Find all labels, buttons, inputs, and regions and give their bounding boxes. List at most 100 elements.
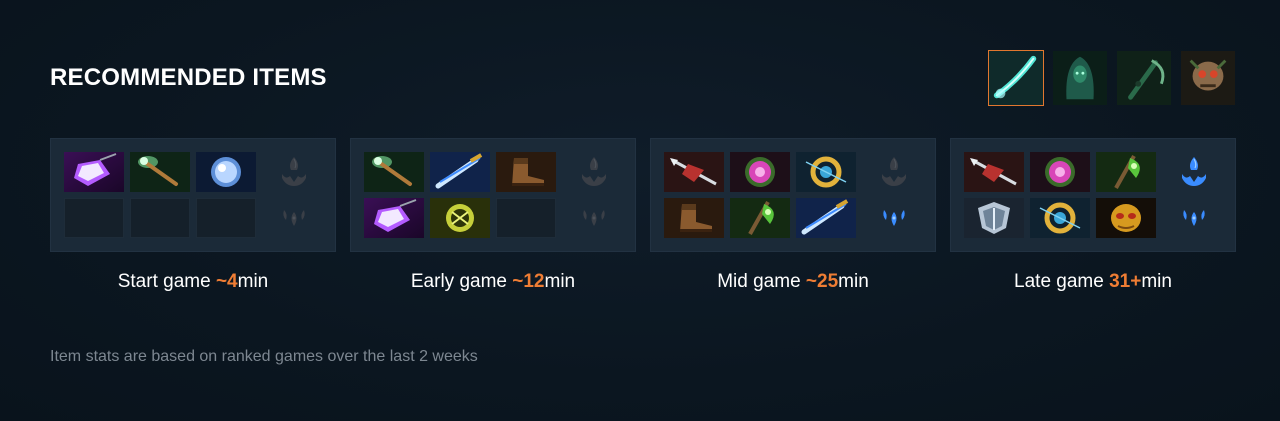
item-slot-red-spear[interactable] xyxy=(664,152,724,192)
item-slot-green-wand[interactable] xyxy=(364,152,424,192)
neutral-item-slot-top xyxy=(576,154,612,190)
section-title: RECOMMENDED ITEMS xyxy=(50,64,327,91)
blue-dagger-icon xyxy=(796,198,856,238)
item-slot-gold-ring[interactable] xyxy=(1030,198,1090,238)
item-slot-pink-orb[interactable] xyxy=(730,152,790,192)
empty-item-slot xyxy=(64,198,124,238)
item-grid xyxy=(964,152,1156,238)
item-slot-gold-mask[interactable] xyxy=(1096,198,1156,238)
item-slot-blue-dagger[interactable] xyxy=(430,152,490,192)
green-wand-icon xyxy=(364,152,424,192)
silver-shield-icon xyxy=(964,198,1024,238)
phase-label: Start game ~4min xyxy=(50,271,336,293)
item-slot-blue-dagger[interactable] xyxy=(796,198,856,238)
neutral-gems-icon xyxy=(876,198,912,234)
green-disc-icon xyxy=(430,198,490,238)
item-slot-boots[interactable] xyxy=(664,198,724,238)
phase-label: Late game 31+min xyxy=(950,271,1236,293)
green-axe-icon xyxy=(730,198,790,238)
neutral-item-slot-top xyxy=(276,154,312,190)
gold-ring-icon xyxy=(796,152,856,192)
gold-mask-icon xyxy=(1096,198,1156,238)
neutral-creep-icon xyxy=(276,154,312,190)
build-variant-skull-hero[interactable] xyxy=(1180,50,1236,106)
phase-time-unit: min xyxy=(544,271,576,292)
item-grid xyxy=(64,152,256,238)
footnote: Item stats are based on ranked games ove… xyxy=(50,348,478,365)
neutral-item-slot-top[interactable] xyxy=(1176,154,1212,190)
empty-item-slot xyxy=(196,198,256,238)
item-slot-green-disc[interactable] xyxy=(430,198,490,238)
red-spear-icon xyxy=(964,152,1024,192)
item-slot-blue-orb[interactable] xyxy=(196,152,256,192)
item-slot-boots[interactable] xyxy=(496,152,556,192)
phase-label: Mid game ~25min xyxy=(650,271,936,293)
boots-icon xyxy=(664,198,724,238)
empty-item-slot xyxy=(130,198,190,238)
build-variant-hooded-hero[interactable] xyxy=(1052,50,1108,106)
red-spear-icon xyxy=(664,152,724,192)
neutral-item-slot-bottom[interactable] xyxy=(876,198,912,234)
green-wand-icon xyxy=(130,152,190,192)
item-slot-green-axe[interactable] xyxy=(730,198,790,238)
item-slot-purple-shard[interactable] xyxy=(364,198,424,238)
build-variant-glowing-blade[interactable] xyxy=(988,50,1044,106)
neutral-creep-icon xyxy=(576,154,612,190)
phase-time: 31+ xyxy=(1109,271,1142,292)
hooded-hero-icon xyxy=(1053,51,1107,105)
phase-name: Early game xyxy=(410,271,507,292)
item-slot-green-axe[interactable] xyxy=(1096,152,1156,192)
scythe-hero-icon xyxy=(1117,51,1171,105)
item-slot-silver-shield[interactable] xyxy=(964,198,1024,238)
phase-time: ~12 xyxy=(512,271,545,292)
neutral-creep-icon xyxy=(1176,154,1212,190)
item-slot-green-wand[interactable] xyxy=(130,152,190,192)
phase-time-unit: min xyxy=(237,271,269,292)
phase-column: Mid game ~25min xyxy=(650,138,936,293)
neutral-item-slot-top xyxy=(876,154,912,190)
phase-name: Start game xyxy=(117,271,211,292)
neutral-gems-icon xyxy=(276,198,312,234)
phase-column: Start game ~4min xyxy=(50,138,336,293)
item-panel xyxy=(650,138,936,252)
purple-shard-icon xyxy=(64,152,124,192)
item-panel xyxy=(350,138,636,252)
item-panel xyxy=(950,138,1236,252)
skull-hero-icon xyxy=(1181,51,1235,105)
phase-time: ~25 xyxy=(805,271,839,292)
phase-name: Mid game xyxy=(717,271,801,292)
blue-orb-icon xyxy=(196,152,256,192)
item-grid xyxy=(364,152,556,238)
boots-icon xyxy=(496,152,556,192)
glowing-blade-icon xyxy=(989,51,1043,105)
item-phases: Start game ~4min Early game ~12min Mid gam… xyxy=(50,138,1236,293)
neutral-gems-icon xyxy=(1176,198,1212,234)
phase-time-unit: min xyxy=(1141,271,1172,292)
blue-dagger-icon xyxy=(430,152,490,192)
empty-item-slot xyxy=(496,198,556,238)
item-slot-purple-shard[interactable] xyxy=(64,152,124,192)
item-grid xyxy=(664,152,856,238)
item-slot-red-spear[interactable] xyxy=(964,152,1024,192)
gold-ring-icon xyxy=(1030,198,1090,238)
green-axe-icon xyxy=(1096,152,1156,192)
phase-time: ~4 xyxy=(215,271,238,292)
item-slot-gold-ring[interactable] xyxy=(796,152,856,192)
pink-orb-icon xyxy=(730,152,790,192)
neutral-gems-icon xyxy=(576,198,612,234)
build-variant-selector xyxy=(988,50,1236,106)
item-slot-pink-orb[interactable] xyxy=(1030,152,1090,192)
purple-shard-icon xyxy=(364,198,424,238)
neutral-item-slot-bottom xyxy=(276,198,312,234)
phase-time-unit: min xyxy=(838,271,869,292)
phase-label: Early game ~12min xyxy=(350,271,636,293)
build-variant-scythe-hero[interactable] xyxy=(1116,50,1172,106)
phase-column: Late game 31+min xyxy=(950,138,1236,293)
phase-name: Late game xyxy=(1014,271,1104,292)
item-panel xyxy=(50,138,336,252)
pink-orb-icon xyxy=(1030,152,1090,192)
neutral-item-slot-bottom[interactable] xyxy=(1176,198,1212,234)
neutral-item-slot-bottom xyxy=(576,198,612,234)
neutral-creep-icon xyxy=(876,154,912,190)
phase-column: Early game ~12min xyxy=(350,138,636,293)
